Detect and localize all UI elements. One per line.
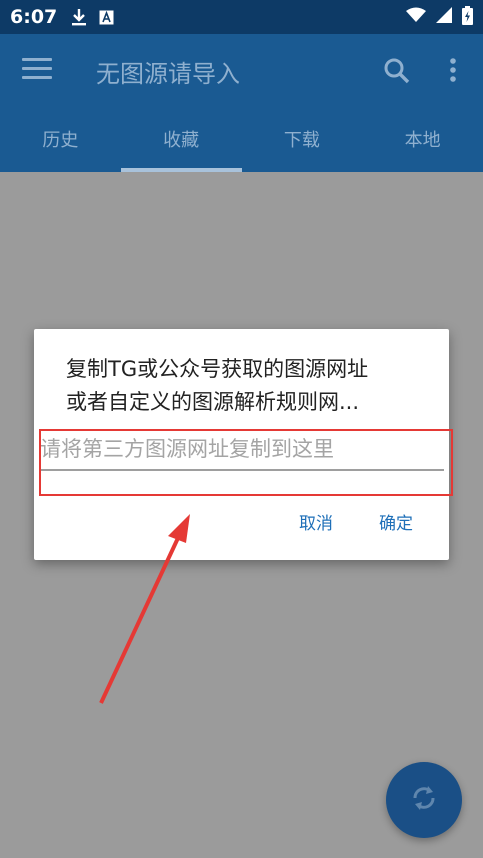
app-title: 无图源请导入 [96,60,240,88]
search-icon[interactable] [382,56,412,86]
tab-history[interactable]: 历史 [0,106,121,172]
dialog-message-line: 或者自定义的图源解析规则网... [66,390,360,414]
tab-local[interactable]: 本地 [362,106,483,172]
status-bar: 6:07 [0,0,483,34]
tab-downloads[interactable]: 下载 [242,106,363,172]
sync-fab[interactable] [386,762,462,838]
font-icon [99,10,114,25]
tab-favorites[interactable]: 收藏 [120,106,242,172]
more-vertical-icon[interactable] [440,56,466,86]
cancel-button[interactable]: 取消 [299,509,333,534]
sync-icon [409,783,439,817]
toolbar: 无图源请导入 [0,34,483,106]
dialog-actions: 取消 确定 [299,509,413,534]
tab-bar: 历史 收藏 下载 本地 [0,106,483,172]
dialog-message-line: 复制TG或公众号获取的图源网址 [66,357,369,381]
annotation-highlight-box [39,429,453,496]
battery-charging-icon [462,5,473,29]
hamburger-menu-icon[interactable] [22,58,52,82]
app-bar: 无图源请导入 历史 收藏 下载 本地 [0,34,483,172]
dialog-message: 复制TG或公众号获取的图源网址 或者自定义的图源解析规则网... [66,353,426,419]
status-time: 6:07 [10,6,58,28]
download-icon [71,8,87,26]
signal-icon [436,7,452,27]
confirm-button[interactable]: 确定 [379,509,413,534]
wifi-icon [406,7,426,27]
